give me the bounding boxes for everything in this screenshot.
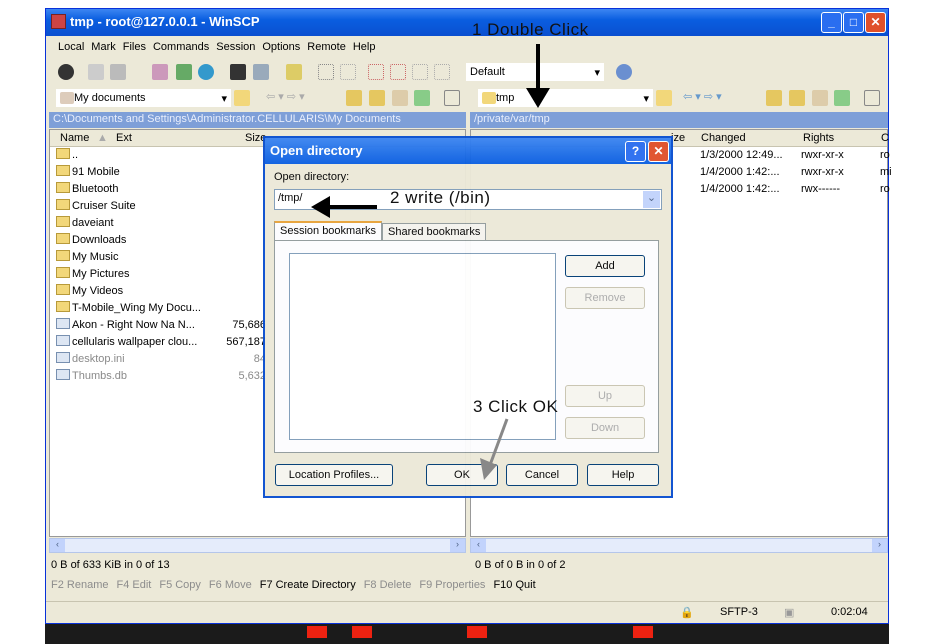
annotation-arrows [311, 44, 550, 480]
background-decoration [352, 626, 372, 638]
background-decoration [633, 626, 653, 638]
arrow-icon [311, 196, 377, 218]
background-decoration [467, 626, 487, 638]
background-decoration [307, 626, 327, 638]
arrow-icon [526, 44, 550, 108]
arrow-icon [480, 418, 509, 480]
